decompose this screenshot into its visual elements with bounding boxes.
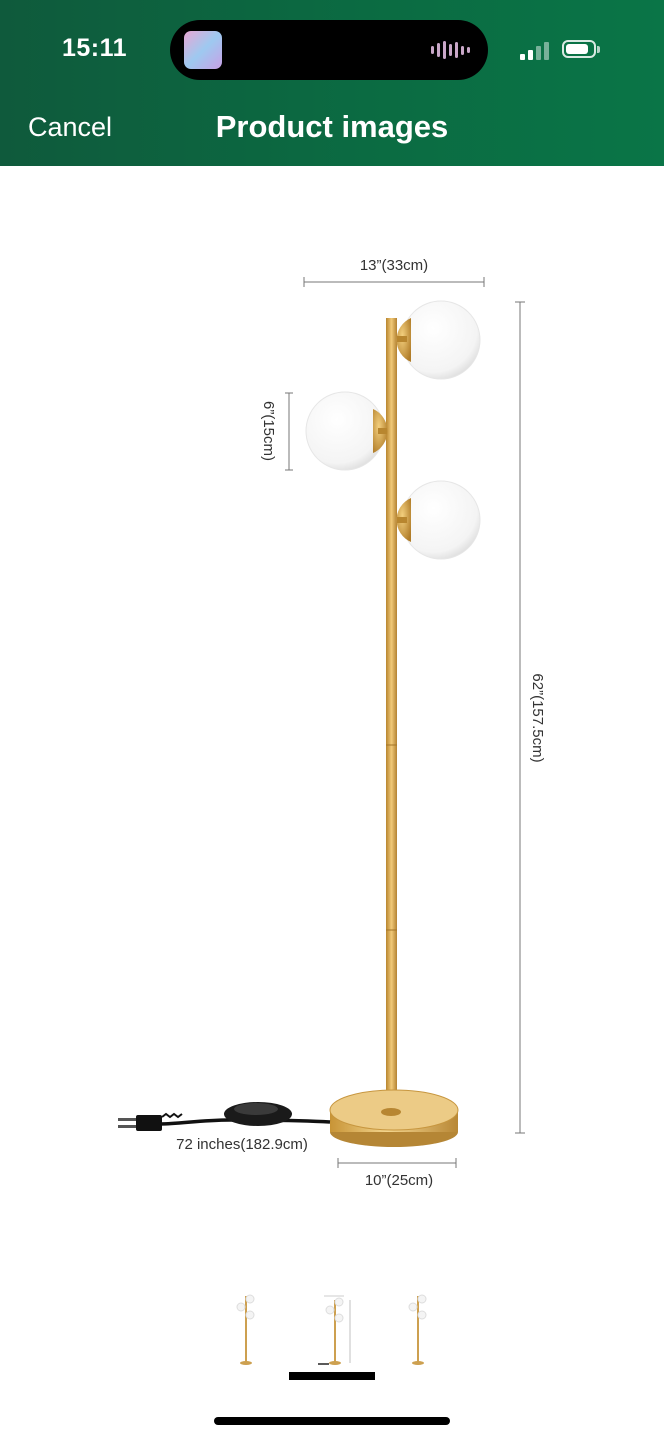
globe-top [401,300,481,380]
battery-icon [562,40,600,58]
height-dimension-label: 62”(157.5cm) [529,673,546,762]
now-playing-artwork [184,31,222,69]
dynamic-island[interactable] [170,20,488,80]
product-image[interactable]: 13”(33cm) 6”(15cm) 62”(157.5cm) 72 inche… [0,166,664,1266]
globe-dimension-label: 6”(15cm) [260,401,277,461]
base-dimension-label: 10”(25cm) [365,1172,433,1189]
cord-length-label: 72 inches(182.9cm) [176,1136,308,1153]
thumbnail-3[interactable] [388,1290,448,1370]
selected-thumbnail-indicator [289,1372,375,1380]
page-title: Product images [215,109,449,144]
status-time: 15:11 [62,34,128,62]
image-thumbnail-strip [0,1282,664,1382]
floor-lamp-illustration: 13”(33cm) 6”(15cm) 62”(157.5cm) 72 inche… [118,257,546,1189]
globe-bottom [401,480,481,560]
thumbnail-2[interactable] [302,1290,362,1370]
signal-icon [520,40,549,60]
lamp-pole [386,318,397,1113]
home-indicator[interactable] [214,1417,450,1425]
thumbnail-1[interactable] [216,1290,276,1370]
header: 15:11 Cancel Product images [0,0,664,166]
globe-left [305,391,385,471]
power-plug [136,1115,162,1131]
width-dimension-label: 13”(33cm) [360,257,428,274]
audio-wave-icon [431,40,470,60]
